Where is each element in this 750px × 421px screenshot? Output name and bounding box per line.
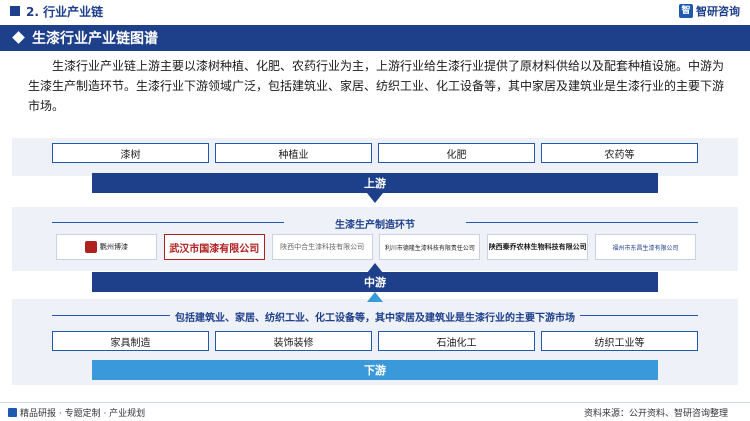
upstream-item: 农药等: [541, 143, 698, 163]
down-arrow-icon: [367, 193, 383, 203]
top-bar: 2. 行业产业链 智 智研咨询: [0, 0, 750, 22]
footer-tagline: 精品研报 · 专题定制 · 产业规划: [20, 409, 146, 419]
brand-logo-text: 智研咨询: [696, 5, 740, 18]
footer: 精品研报 · 专题定制 · 产业规划 资料来源：公开资料、智研咨询整理: [0, 402, 750, 421]
upstream-item: 种植业: [215, 143, 372, 163]
midstream-band: 中游: [92, 272, 658, 292]
upstream-row: 漆树 种植业 化肥 农药等: [52, 143, 698, 163]
downstream-row: 家具制造 装饰装修 石油化工 纺织工业等: [52, 331, 698, 351]
company-logo: 福州市东昌生漆有限公司: [594, 234, 696, 260]
source-note: 资料来源：公开资料、智研咨询整理: [583, 409, 728, 419]
brand-logo-icon: 智: [679, 4, 693, 18]
seal-icon: [85, 241, 97, 253]
downstream-item: 家具制造: [52, 331, 209, 351]
downstream-band: 下游: [92, 360, 658, 380]
diamond-icon: [12, 31, 25, 44]
downstream-item: 装饰装修: [215, 331, 372, 351]
midstream-caption: 生漆生产制造环节: [335, 220, 415, 231]
upstream-item: 漆树: [52, 143, 209, 163]
caption-line: [466, 222, 698, 223]
report-icon: [8, 408, 17, 417]
page-title: 生漆行业产业链图谱: [32, 31, 158, 47]
company-logo: 利川市德隆生漆科技有限责任公司: [379, 234, 481, 260]
up-arrow-icon: [367, 292, 383, 302]
caption-line: [580, 315, 698, 316]
downstream-item: 纺织工业等: [541, 331, 698, 351]
company-logo: 武汉市国漆有限公司: [163, 234, 265, 260]
upstream-item: 化肥: [378, 143, 535, 163]
downstream-caption: 包括建筑业、家居、纺织工业、化工设备等，其中家居及建筑业是生漆行业的主要下游市场: [175, 313, 575, 324]
company-logo: 氍州博漆: [56, 234, 157, 260]
company-logo: 陕西中合生漆科技有限公司: [271, 234, 373, 260]
brand-logo: 智 智研咨询: [679, 3, 740, 19]
caption-line: [52, 315, 170, 316]
downstream-item: 石油化工: [378, 331, 535, 351]
caption-line: [52, 222, 284, 223]
company-logo-row: 氍州博漆 武汉市国漆有限公司 陕西中合生漆科技有限公司 利川市德隆生漆科技有限责…: [56, 234, 696, 260]
intro-paragraph: 生漆行业产业链上游主要以漆树种植、化肥、农药行业为主，上游行业给生漆行业提供了原…: [28, 59, 725, 113]
upstream-band: 上游: [92, 173, 658, 193]
company-logo: 陕西秦乔农林生物科技有限公司: [487, 234, 589, 260]
section-title: 2. 行业产业链: [26, 5, 104, 19]
section-marker-icon: [10, 6, 20, 16]
title-bar: 生漆行业产业链图谱: [0, 25, 750, 51]
